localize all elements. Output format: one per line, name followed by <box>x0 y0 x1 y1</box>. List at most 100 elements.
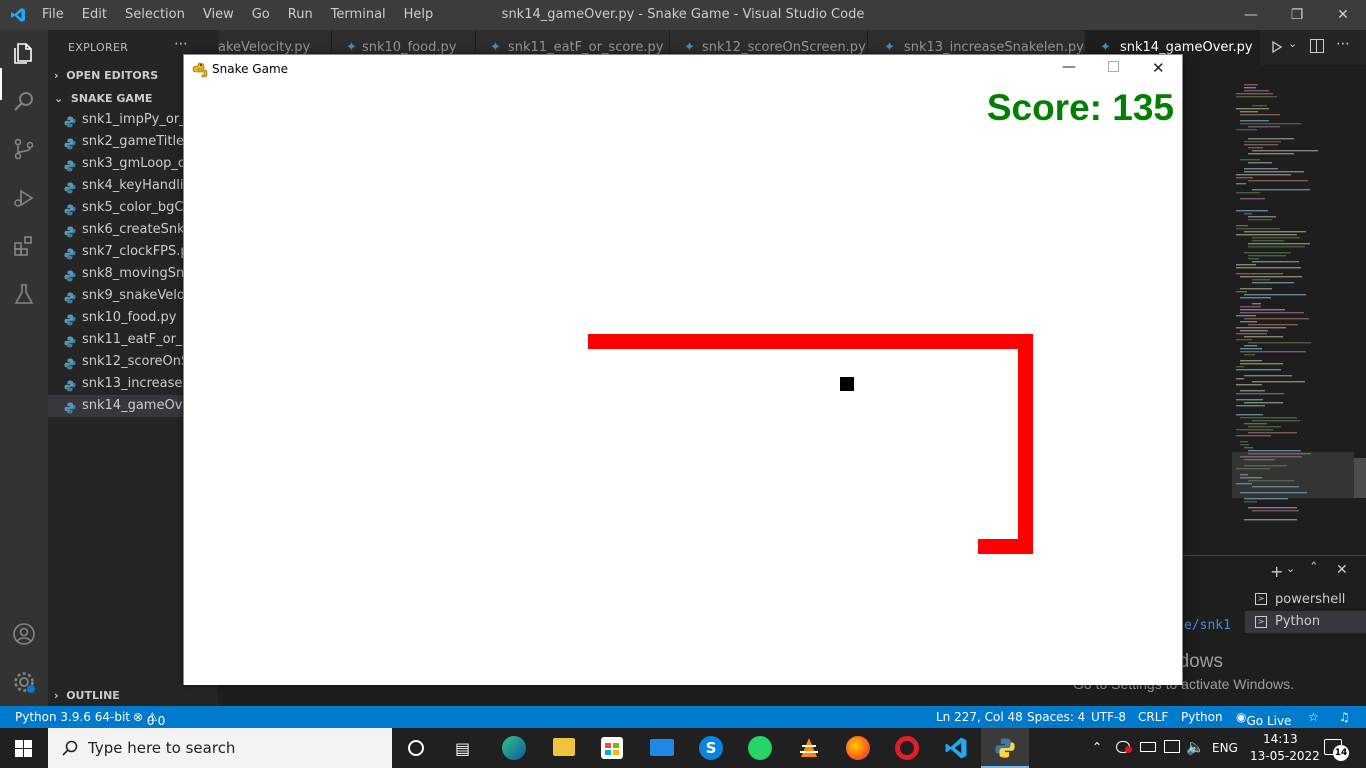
manage-gear-icon[interactable] <box>12 670 36 694</box>
testing-flask-icon[interactable] <box>12 282 36 306</box>
minimap-code-line <box>1252 189 1310 191</box>
input-language[interactable]: ENG <box>1212 741 1238 755</box>
minimap-code-line <box>1248 126 1280 128</box>
chevron-down-icon[interactable]: ⌄ <box>1288 37 1297 50</box>
close-icon[interactable]: ✕ <box>1320 0 1366 30</box>
split-editor-icon[interactable] <box>1310 39 1324 53</box>
taskbar-search-box[interactable]: Type here to search <box>48 728 392 768</box>
game-canvas[interactable]: Score: 135 <box>184 85 1182 685</box>
task-view-icon[interactable]: ▤ <box>455 739 470 758</box>
minimap-viewport[interactable] <box>1232 452 1354 498</box>
active-indicator <box>0 68 2 100</box>
accounts-icon[interactable] <box>12 622 36 646</box>
microsoft-store-icon[interactable] <box>601 737 623 759</box>
explorer-icon[interactable] <box>12 41 36 65</box>
close-panel-icon[interactable]: ✕ <box>1336 562 1348 578</box>
go-live-button[interactable]: ◉ Go Live <box>1236 710 1291 728</box>
game-window-titlebar[interactable]: Snake Game — ✕ <box>184 55 1182 85</box>
minimap-code-line <box>1240 330 1268 332</box>
cursor-position[interactable]: Ln 227, Col 48 <box>936 710 1023 724</box>
tab-label: snk10_food.py <box>362 40 457 55</box>
volume-icon[interactable]: 🔈 <box>1186 738 1205 756</box>
python-file-icon <box>64 378 76 392</box>
source-control-icon[interactable] <box>12 137 36 161</box>
skype-icon[interactable]: S <box>699 736 723 760</box>
maximize-icon <box>1108 61 1119 72</box>
language-mode[interactable]: Python <box>1181 710 1223 724</box>
opera-icon[interactable] <box>895 736 919 760</box>
file-explorer-icon[interactable] <box>553 738 575 756</box>
search-icon[interactable] <box>12 89 36 113</box>
vscode-taskbar-icon[interactable] <box>944 736 968 760</box>
action-center-icon[interactable]: 14 <box>1324 739 1349 761</box>
outline-section[interactable]: › OUTLINE <box>54 689 120 702</box>
minimap-code-line <box>1240 120 1269 122</box>
minimap-code-line <box>1244 144 1278 146</box>
clock-time[interactable]: 14:13 <box>1263 732 1298 746</box>
terminal-powershell[interactable]: > powershell <box>1245 589 1366 611</box>
minimap-code-line <box>1236 429 1273 431</box>
editor-scrollbar[interactable] <box>1354 458 1366 498</box>
file-name: snk3_gmLoop_or_ <box>82 156 198 171</box>
open-editors-section[interactable]: › OPEN EDITORS <box>54 69 158 82</box>
score-text: Score: 135 <box>986 87 1174 128</box>
notification-count: 14 <box>1333 745 1349 761</box>
new-terminal-icon[interactable]: + <box>1270 562 1283 581</box>
minimap-code-line <box>1244 294 1306 296</box>
minimap-code-line <box>1244 498 1288 500</box>
mail-icon[interactable] <box>650 739 674 756</box>
battery-icon[interactable] <box>1140 742 1156 752</box>
firefox-icon[interactable] <box>846 736 870 760</box>
onedrive-error-icon[interactable] <box>1116 741 1132 753</box>
folder-section[interactable]: ⌄ SNAKE GAME <box>54 92 152 105</box>
more-actions-icon[interactable]: ⋯ <box>174 36 188 52</box>
minimap-code-line <box>1236 267 1301 269</box>
cortana-icon[interactable] <box>408 740 424 756</box>
clock-date[interactable]: 13-05-2022 <box>1250 749 1320 763</box>
minimap-code-line <box>1240 351 1306 353</box>
chevron-down-icon[interactable]: ⌄ <box>1286 562 1295 575</box>
minimap-code-line <box>1248 507 1297 509</box>
minimap-code-line <box>1244 171 1304 173</box>
snake-game-window[interactable]: Snake Game — ✕ Score: 135 <box>183 54 1183 685</box>
whatsapp-icon[interactable] <box>748 736 772 760</box>
minimap-code-line <box>1236 96 1277 98</box>
go-live-label: Go Live <box>1246 714 1292 728</box>
more-actions-icon[interactable]: ⋯ <box>1336 36 1350 52</box>
terminal-python[interactable]: > Python <box>1245 611 1366 633</box>
minimap-code-line <box>1236 366 1244 368</box>
minimap-code-line <box>1244 447 1253 449</box>
python-taskbar-button[interactable] <box>981 728 1029 768</box>
tray-overflow-icon[interactable]: ⌃ <box>1092 740 1102 754</box>
close-icon[interactable]: ✕ <box>1152 59 1165 77</box>
encoding[interactable]: UTF-8 <box>1091 710 1126 724</box>
run-debug-icon[interactable] <box>12 186 36 210</box>
extensions-icon[interactable] <box>12 234 36 258</box>
problems-indicator[interactable]: ⊗ 0 ⚠ 0 <box>133 710 165 728</box>
minimap-code-line <box>1252 105 1267 107</box>
python-file-icon <box>64 136 76 150</box>
indentation[interactable]: Spaces: 4 <box>1027 710 1085 724</box>
edge-browser-icon[interactable] <box>502 736 526 760</box>
windows-start-icon[interactable] <box>15 740 32 757</box>
folder-label: SNAKE GAME <box>70 92 153 105</box>
minimap-code-line <box>1236 369 1281 371</box>
python-interpreter[interactable]: Python 3.9.6 64-bit <box>15 710 130 724</box>
minimap-code-line <box>1240 276 1302 278</box>
minimize-icon[interactable]: — <box>1062 59 1076 75</box>
network-icon[interactable] <box>1164 740 1180 753</box>
restore-icon[interactable]: ❐ <box>1274 0 1320 30</box>
maximize-panel-icon[interactable]: ˆ <box>1310 560 1318 578</box>
python-icon <box>995 738 1015 758</box>
food-item <box>840 377 854 391</box>
minimap-code-line <box>1236 414 1263 416</box>
minimap-code-line <box>1240 360 1262 362</box>
python-file-icon <box>64 334 76 348</box>
vlc-icon[interactable] <box>797 736 821 760</box>
feedback-icon[interactable]: ☆ <box>1308 710 1319 724</box>
file-name: snk5_color_bgCol <box>82 200 195 215</box>
minimize-icon[interactable]: — <box>1228 0 1274 30</box>
line-ending[interactable]: CRLF <box>1138 710 1168 724</box>
run-python-icon[interactable] <box>1270 39 1284 54</box>
notifications-bell-icon[interactable]: ♫ <box>1339 710 1350 724</box>
